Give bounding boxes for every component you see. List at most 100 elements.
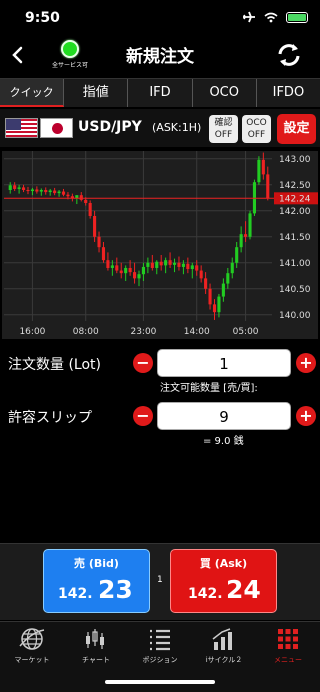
chart-y-tick-label: 140.50 xyxy=(279,285,311,295)
tab-oco[interactable]: OCO xyxy=(193,79,257,107)
wifi-icon xyxy=(264,12,278,22)
tab-quick[interactable]: クイック xyxy=(0,79,65,107)
chart-x-tick-label: 16:00 xyxy=(19,327,45,337)
service-status-icon xyxy=(61,40,79,58)
candle-body xyxy=(44,189,48,193)
candle-body xyxy=(221,283,225,297)
quantity-input[interactable]: 1 xyxy=(157,349,291,377)
candle-body xyxy=(48,190,52,193)
confirm-toggle[interactable]: 確認 OFF xyxy=(209,115,238,143)
candle-body xyxy=(239,234,243,248)
tab-position-label: ポジション xyxy=(142,656,178,664)
candle-body xyxy=(217,296,221,313)
slippage-note: = 9.0 銭 xyxy=(203,436,244,447)
quantity-minus-button[interactable]: − xyxy=(133,353,153,373)
candle-body xyxy=(61,191,66,195)
candle-body xyxy=(248,213,252,237)
candle-body xyxy=(150,262,154,268)
candle-body xyxy=(177,262,181,267)
spread-value: 1 xyxy=(157,575,163,585)
candle-body xyxy=(257,159,261,183)
tab-chart-label: チャート xyxy=(82,656,110,664)
sell-bid-button[interactable]: 売 (Bid) 142. 23 xyxy=(43,549,150,613)
candle-body xyxy=(199,270,203,279)
tab-ifdo[interactable]: IFDO xyxy=(257,79,320,107)
chart-y-tick-label: 141.50 xyxy=(279,233,311,243)
candle-body xyxy=(230,262,234,274)
price-chart-svg: 143.00 142.50 142.00 141.50 141.00 140.50 140.… xyxy=(4,151,318,337)
candle-body xyxy=(13,185,17,189)
settings-button[interactable]: 設定 xyxy=(277,114,316,144)
chart-x-tick-label: 05:00 xyxy=(233,327,259,337)
ask-label: 買 (Ask) xyxy=(199,557,248,570)
oco-toggle-state: OFF xyxy=(247,130,266,140)
candle-body xyxy=(172,262,177,265)
candle-body xyxy=(141,266,145,275)
chart-y-tick-label: 142.00 xyxy=(279,207,311,217)
candle-body xyxy=(84,199,88,203)
candle-body xyxy=(110,265,114,268)
candle-body xyxy=(252,182,257,214)
candle-body xyxy=(226,273,230,284)
candle-body xyxy=(155,261,159,268)
tab-limit[interactable]: 指値 xyxy=(64,79,129,107)
candlestick-icon xyxy=(86,629,104,649)
chart-y-tick-label: 142.50 xyxy=(279,181,311,191)
bid-price-pips: 23 xyxy=(98,575,133,604)
back-icon[interactable] xyxy=(6,40,30,70)
currency-pair-row[interactable]: USD/JPY (ASK:1H) 確認 OFF OCO OFF 設定 xyxy=(0,109,320,147)
tab-menu[interactable]: メニュー xyxy=(256,626,320,665)
battery-icon xyxy=(286,11,308,23)
airplane-icon xyxy=(243,11,255,23)
home-indicator xyxy=(105,680,215,684)
order-type-tabs: クイック 指値 IFD OCO IFDO xyxy=(0,78,320,107)
candle-body xyxy=(266,174,270,199)
tab-position[interactable]: ポジション xyxy=(128,626,192,665)
refresh-icon[interactable] xyxy=(274,40,304,70)
oco-toggle-label: OCO xyxy=(246,118,267,128)
chart-x-tick-label: 23:00 xyxy=(130,327,156,337)
candle-body xyxy=(21,187,26,190)
candle-body xyxy=(181,263,185,267)
grid-menu-icon xyxy=(278,629,298,649)
tab-chart[interactable]: チャート xyxy=(64,626,128,665)
slippage-input[interactable]: 9 xyxy=(157,402,291,430)
tab-market[interactable]: マーケット xyxy=(0,626,64,665)
tab-ifd[interactable]: IFD xyxy=(128,79,193,107)
candle-body xyxy=(208,288,212,305)
service-status: 全サービス可 xyxy=(48,40,92,69)
candle-body xyxy=(101,247,106,261)
ask-price-pips: 24 xyxy=(226,575,261,604)
globe-icon xyxy=(19,628,45,650)
candle-body xyxy=(235,247,239,263)
slippage-plus-button[interactable]: + xyxy=(296,406,316,426)
oco-toggle[interactable]: OCO OFF xyxy=(242,115,271,143)
candle-body xyxy=(164,260,168,266)
available-quantity-label: 注文可能数量 [売/買]: xyxy=(160,383,258,394)
candle-body xyxy=(190,265,194,270)
candle-body xyxy=(146,262,150,267)
candle-body xyxy=(119,270,123,274)
candle-body xyxy=(168,260,172,265)
candle-body xyxy=(35,189,39,192)
candle-body xyxy=(26,189,30,192)
candle-body xyxy=(8,185,12,190)
chart-y-tick-label: 143.00 xyxy=(279,155,311,165)
candle-body xyxy=(244,234,248,237)
candle-body xyxy=(124,267,128,274)
header: 全サービス可 新規注文 xyxy=(0,36,320,76)
candle-body xyxy=(97,236,101,248)
quantity-plus-button[interactable]: + xyxy=(296,353,316,373)
slippage-minus-button[interactable]: − xyxy=(133,406,153,426)
list-icon xyxy=(150,629,170,651)
buy-ask-button[interactable]: 買 (Ask) 142. 24 xyxy=(170,549,277,613)
price-chart[interactable]: 143.00 142.50 142.00 141.50 141.00 140.50 140.… xyxy=(2,151,318,339)
status-icons xyxy=(242,11,308,23)
jp-flag-icon xyxy=(40,118,73,138)
candle-body xyxy=(30,189,34,192)
candle-body xyxy=(88,202,92,216)
bid-price-prefix: 142. xyxy=(58,586,93,602)
candle-body xyxy=(17,187,21,189)
currency-pair-name: USD/JPY xyxy=(78,119,142,135)
tab-icycle2[interactable]: iサイクル２ xyxy=(192,626,256,665)
